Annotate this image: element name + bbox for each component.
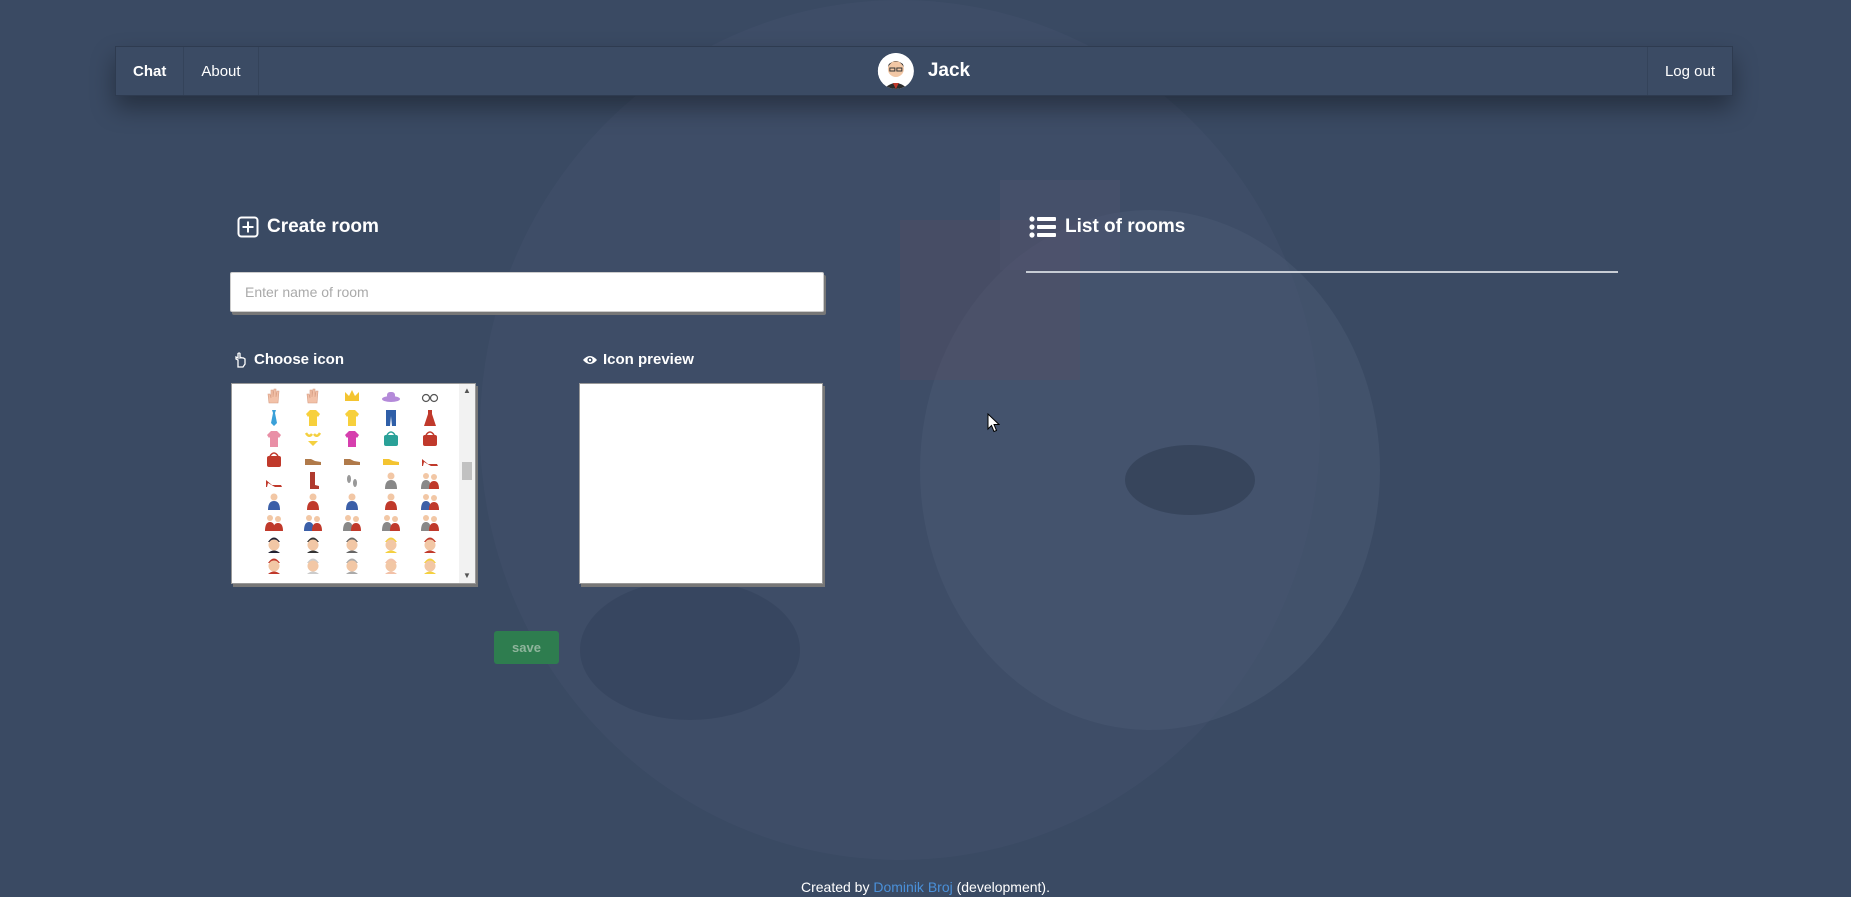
family-icon[interactable] xyxy=(410,491,449,512)
footer-suffix: (development). xyxy=(952,879,1050,895)
list-of-rooms-heading: List of rooms xyxy=(1029,216,1185,238)
man-icon[interactable] xyxy=(332,491,371,512)
kimono-icon[interactable] xyxy=(254,428,293,449)
list-icon xyxy=(1029,216,1056,238)
silhouette-icon[interactable] xyxy=(371,470,410,491)
old-woman-icon[interactable] xyxy=(332,554,371,575)
mouse-cursor-icon xyxy=(987,413,1000,433)
sandal-icon[interactable] xyxy=(254,470,293,491)
high-heel-icon[interactable] xyxy=(410,449,449,470)
cap-man-icon[interactable] xyxy=(254,554,293,575)
save-button[interactable]: save xyxy=(494,631,559,664)
plus-square-icon xyxy=(237,216,259,238)
boy-icon[interactable] xyxy=(254,491,293,512)
create-room-title: Create room xyxy=(267,216,379,237)
icon-preview-label: Icon preview xyxy=(603,351,694,368)
list-of-rooms-title: List of rooms xyxy=(1065,216,1186,237)
eye-icon xyxy=(583,355,597,364)
sneaker-icon[interactable] xyxy=(371,449,410,470)
top-navbar: Chat About Jack Log out xyxy=(115,46,1733,96)
raised-hands-icon[interactable] xyxy=(293,386,332,407)
icon-grid xyxy=(254,386,454,575)
rooms-divider xyxy=(1026,271,1618,273)
police-icon[interactable] xyxy=(254,533,293,554)
boot-icon[interactable] xyxy=(293,470,332,491)
old-man-icon[interactable] xyxy=(293,554,332,575)
author-link[interactable]: Dominik Broj xyxy=(873,879,952,895)
two-men-icon[interactable] xyxy=(371,512,410,533)
princess-icon[interactable] xyxy=(410,554,449,575)
pouch-icon[interactable] xyxy=(254,449,293,470)
nav-chat-link[interactable]: Chat xyxy=(116,47,185,95)
hat-icon[interactable] xyxy=(371,386,410,407)
pointing-hand-icon xyxy=(235,351,246,368)
footer: Created by Dominik Broj (development). xyxy=(0,879,1851,895)
silhouettes-icon[interactable] xyxy=(410,470,449,491)
girl-icon[interactable] xyxy=(293,491,332,512)
turban-man-icon[interactable] xyxy=(410,533,449,554)
choose-icon-label: Choose icon xyxy=(254,351,345,368)
choose-icon-heading: Choose icon xyxy=(233,351,344,368)
bikini-icon[interactable] xyxy=(293,428,332,449)
dress-icon[interactable] xyxy=(410,407,449,428)
family-icon[interactable] xyxy=(293,512,332,533)
blouse-icon[interactable] xyxy=(332,428,371,449)
tshirt-icon[interactable] xyxy=(332,407,371,428)
icon-chooser[interactable]: ▲ ▼ xyxy=(231,383,476,584)
couple-icon[interactable] xyxy=(254,512,293,533)
footprints-icon[interactable] xyxy=(332,470,371,491)
room-name-input[interactable] xyxy=(230,272,824,312)
necktie-icon[interactable] xyxy=(254,407,293,428)
tshirt-icon[interactable] xyxy=(293,407,332,428)
shoe-icon[interactable] xyxy=(293,449,332,470)
logout-button[interactable]: Log out xyxy=(1646,47,1732,95)
handbag-icon[interactable] xyxy=(410,428,449,449)
blond-person-icon[interactable] xyxy=(371,533,410,554)
two-women-icon[interactable] xyxy=(410,512,449,533)
icon-chooser-scrollbar[interactable]: ▲ ▼ xyxy=(459,384,475,583)
scroll-up-arrow-icon[interactable]: ▲ xyxy=(462,386,472,396)
nav-about-link[interactable]: About xyxy=(184,47,259,95)
crown-icon[interactable] xyxy=(332,386,371,407)
jeans-icon[interactable] xyxy=(371,407,410,428)
icon-preview-box xyxy=(579,383,823,584)
user-profile[interactable]: Jack xyxy=(877,47,971,95)
bunny-girl-icon[interactable] xyxy=(293,533,332,554)
baby-icon[interactable] xyxy=(371,554,410,575)
hand-icon[interactable] xyxy=(254,386,293,407)
shoe-icon[interactable] xyxy=(332,449,371,470)
icon-preview-heading: Icon preview xyxy=(582,351,694,368)
two-men-icon[interactable] xyxy=(332,512,371,533)
create-room-heading: Create room xyxy=(237,216,379,238)
bride-icon[interactable] xyxy=(332,533,371,554)
scroll-thumb[interactable] xyxy=(462,462,472,480)
purse-icon[interactable] xyxy=(371,428,410,449)
username: Jack xyxy=(927,60,971,81)
woman-icon[interactable] xyxy=(371,491,410,512)
user-avatar xyxy=(877,53,914,89)
footer-prefix: Created by xyxy=(800,879,874,895)
eyeglasses-icon[interactable] xyxy=(410,386,449,407)
scroll-down-arrow-icon[interactable]: ▼ xyxy=(462,571,472,581)
